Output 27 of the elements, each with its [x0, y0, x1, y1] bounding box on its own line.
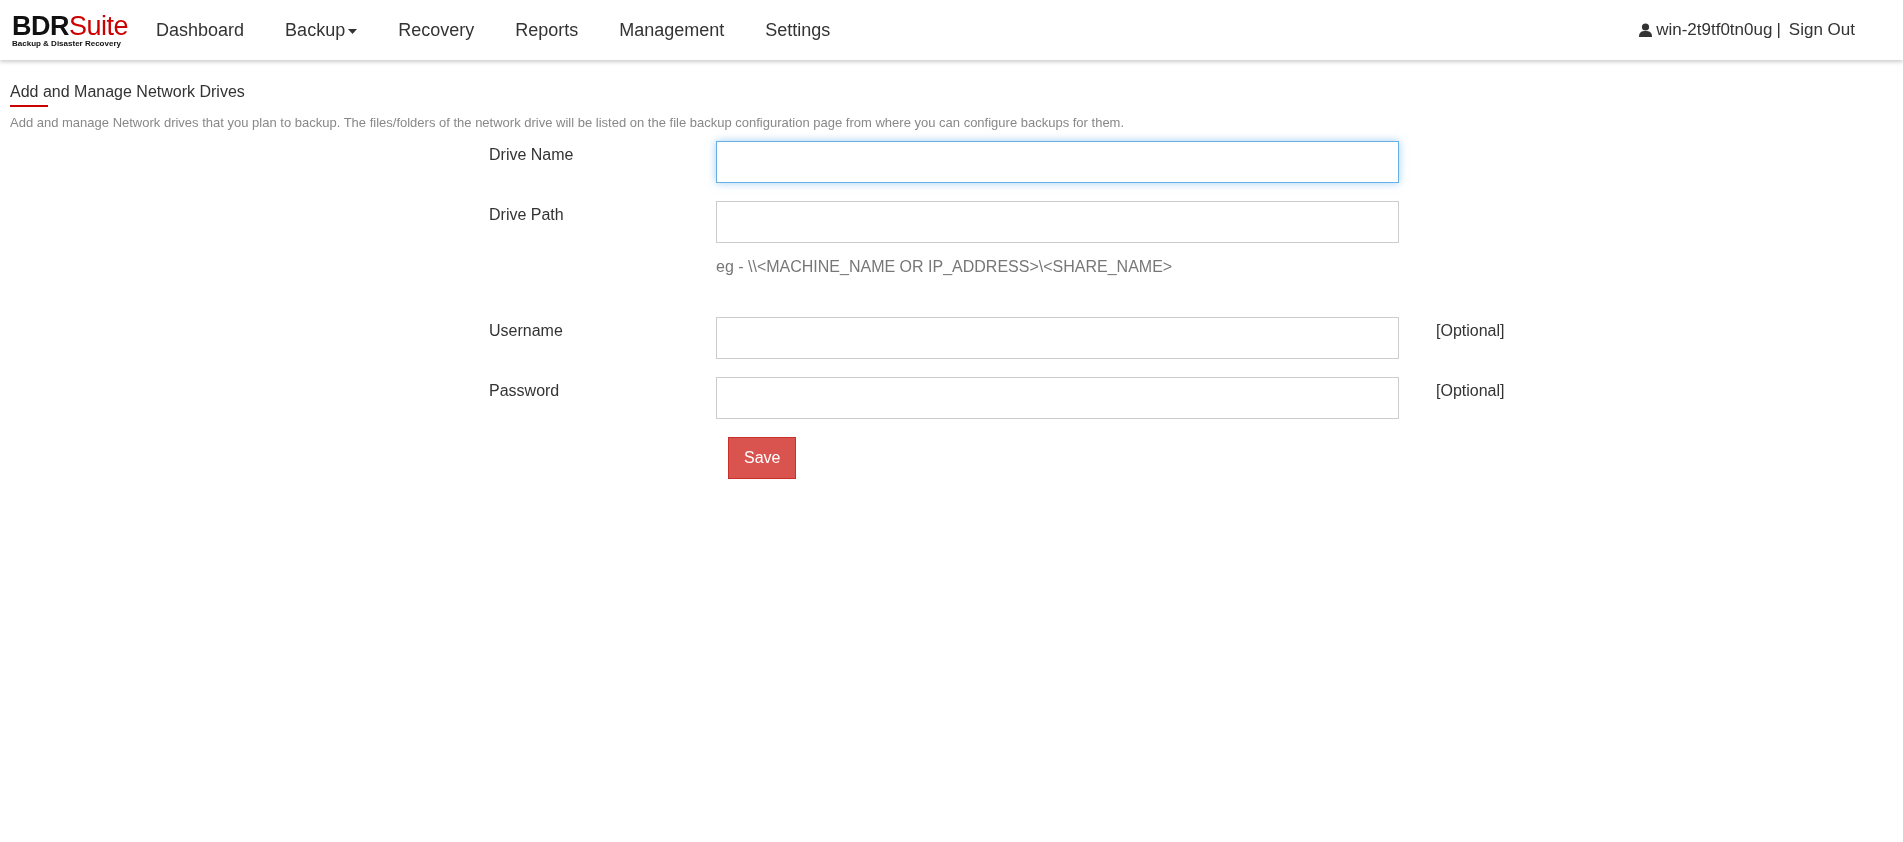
hint-text: eg - \\<MACHINE_NAME OR IP_ADDRESS>\<SHARE_NAME> — [716, 256, 1174, 277]
field-label: Drive Name — [488, 144, 575, 165]
input-field[interactable] — [716, 376, 1399, 419]
nav-link[interactable]: Reports — [515, 16, 579, 44]
optional-note: [Optional] — [1436, 320, 1505, 341]
username-text: win-2t9tf0tn0ug — [1656, 19, 1773, 42]
nav-link[interactable]: Settings — [765, 16, 831, 44]
field-label: Drive Path — [488, 204, 565, 225]
field-label: Password — [488, 380, 561, 401]
logo-tagline: Backup & Disaster Recovery — [12, 39, 122, 48]
nav-link[interactable]: Dashboard — [156, 16, 245, 44]
logo-wordmark: BDRSuite — [12, 12, 129, 40]
nav-link[interactable]: Backup — [285, 16, 358, 44]
page-title: Add and Manage Network Drives — [10, 82, 245, 102]
user-icon — [1639, 23, 1653, 37]
sign-out-link[interactable]: Sign Out — [1788, 17, 1855, 43]
nav-link[interactable]: Management — [619, 16, 725, 44]
optional-note: [Optional] — [1436, 380, 1505, 401]
caret-icon — [348, 29, 358, 34]
field-label: Username — [488, 320, 564, 341]
input-field[interactable] — [716, 200, 1399, 243]
nav-link[interactable]: Recovery — [398, 16, 475, 44]
save-button[interactable]: Save — [728, 436, 797, 479]
input-field[interactable] — [716, 316, 1399, 359]
input-field[interactable] — [716, 140, 1399, 183]
page-description: Add and manage Network drives that you plan to backup. The files/folders of the network drive will be listed on the file backup configuration page from where you can configure backups for them. — [10, 114, 1126, 133]
separator-text: | — [1776, 19, 1781, 42]
